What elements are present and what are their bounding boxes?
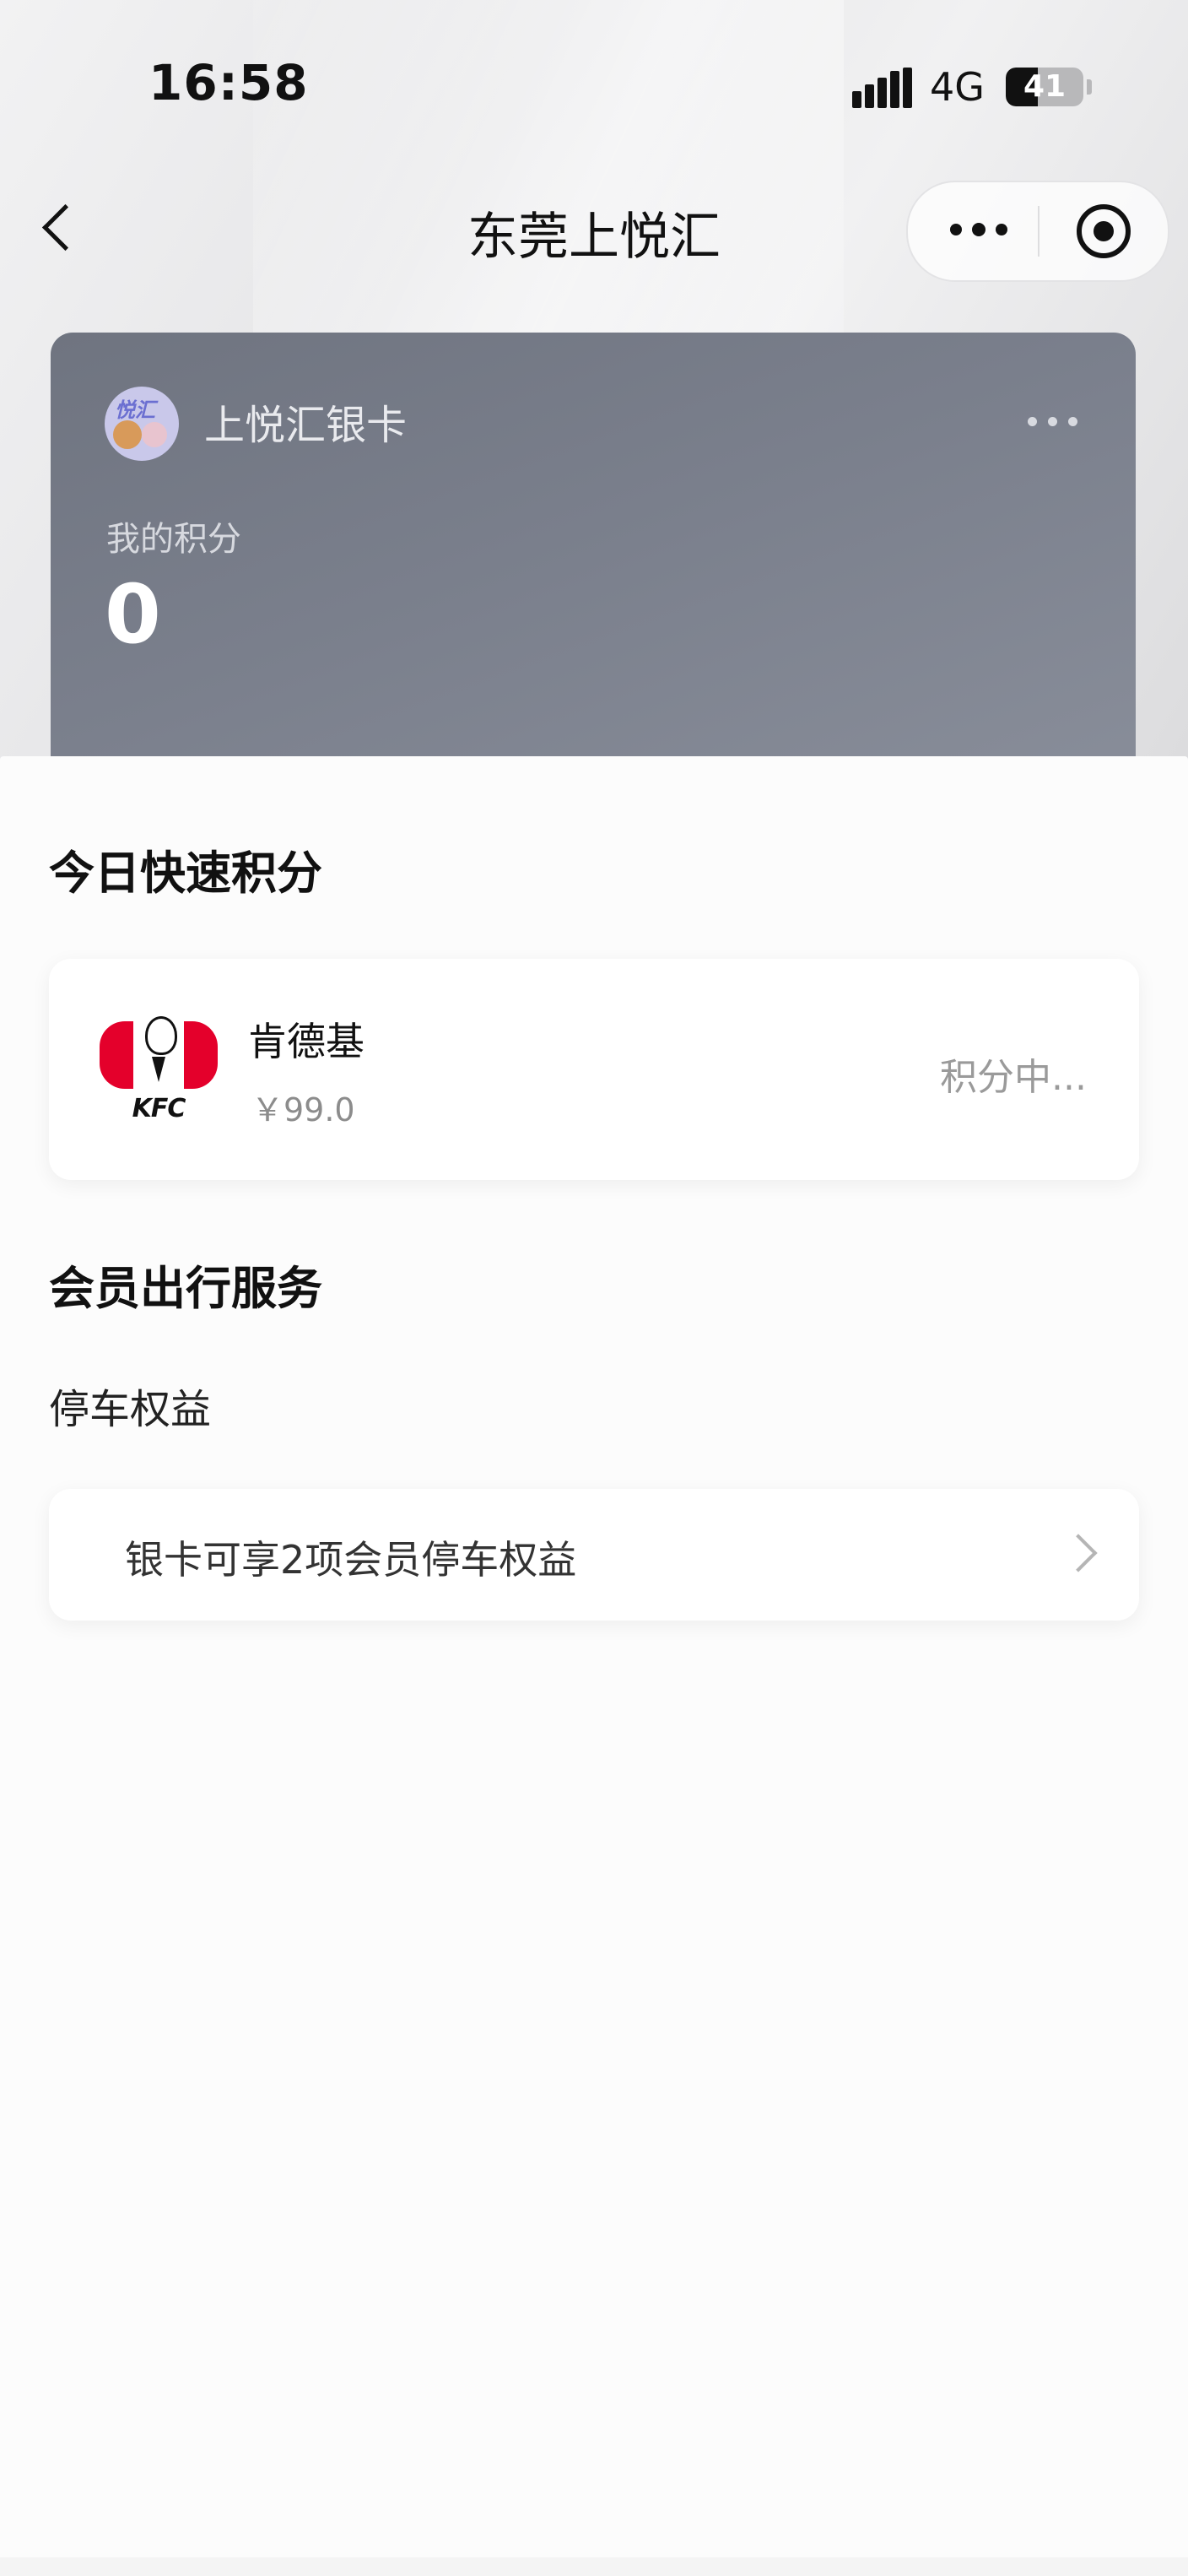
card-logo: 悦汇 <box>105 387 179 461</box>
parking-benefits-text: 银卡可享2项会员停车权益 <box>125 1537 577 1583</box>
bunny-mascot-icon <box>142 422 167 447</box>
chevron-right-icon <box>1059 1534 1098 1572</box>
target-icon[interactable] <box>1077 204 1131 258</box>
battery-cap <box>1087 79 1092 95</box>
card-more-icon[interactable] <box>1028 417 1078 429</box>
parking-benefits-link[interactable]: 银卡可享2项会员停车权益 <box>49 1489 1139 1621</box>
status-time: 16:58 <box>148 54 309 111</box>
kfc-brand-text: KFC <box>132 1094 186 1123</box>
store-amount: ￥99.0 <box>251 1091 355 1128</box>
card-logo-text: 悦汇 <box>115 398 155 422</box>
more-dots-icon[interactable] <box>945 213 1012 250</box>
bear-mascot-icon <box>113 420 142 449</box>
card-name: 上悦汇银卡 <box>204 402 408 449</box>
points-value: 0 <box>105 567 161 662</box>
battery-icon: 41 <box>1006 68 1083 106</box>
capsule-divider <box>1038 206 1040 257</box>
list-item[interactable]: KFC 肯德基 ￥99.0 积分中... <box>49 959 1139 1180</box>
kfc-logo-icon: KFC <box>100 1009 218 1128</box>
points-status: 积分中... <box>940 1056 1087 1099</box>
parking-benefits-subtitle: 停车权益 <box>49 1386 212 1433</box>
home-indicator <box>0 2557 1188 2576</box>
battery-level: 41 <box>1023 69 1066 104</box>
travel-services-title: 会员出行服务 <box>49 1262 322 1315</box>
network-label: 4G <box>930 64 985 110</box>
store-name: 肯德基 <box>248 1019 364 1064</box>
member-card[interactable]: 悦汇 上悦汇银卡 我的积分 0 <box>51 333 1136 805</box>
signal-icon <box>852 68 912 108</box>
points-label: 我的积分 <box>106 520 241 559</box>
quick-points-title: 今日快速积分 <box>49 847 322 900</box>
mini-program-capsule <box>906 181 1169 282</box>
